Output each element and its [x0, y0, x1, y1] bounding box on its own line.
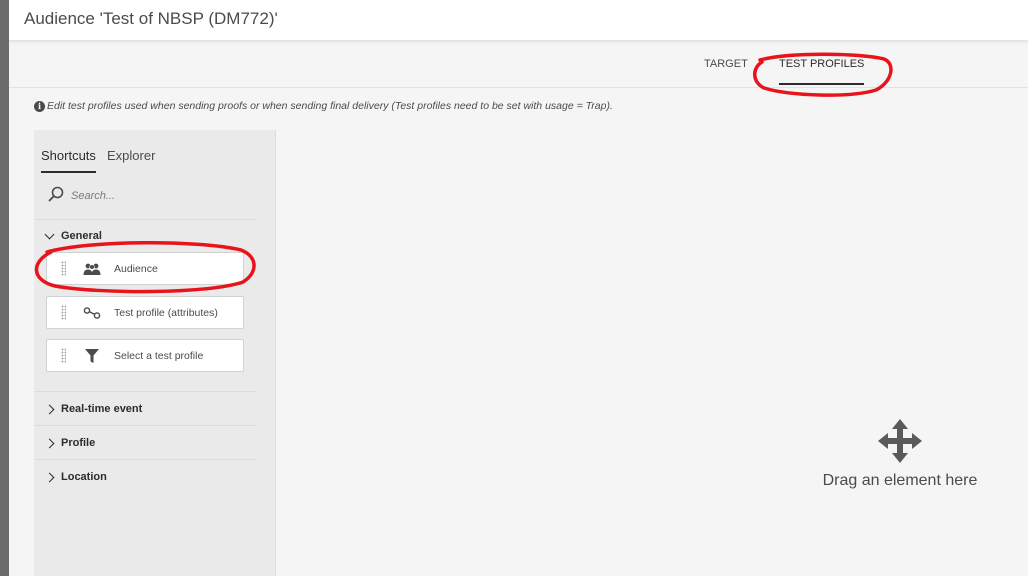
drop-hint-text: Drag an element here	[822, 472, 978, 489]
divider	[34, 391, 256, 392]
chevron-right-icon	[44, 472, 55, 482]
info-icon: i	[34, 100, 45, 112]
tab-explorer[interactable]: Explorer	[107, 148, 155, 163]
filter-icon	[83, 348, 101, 363]
palette-item-audience[interactable]: Audience	[46, 252, 244, 285]
search-icon	[48, 186, 64, 207]
group-location-label: Location	[61, 471, 107, 483]
tab-bar: TARGET TEST PROFILES	[9, 41, 1028, 88]
tab-test-profiles[interactable]: TEST PROFILES	[779, 58, 865, 85]
group-general[interactable]: General	[44, 229, 102, 242]
group-profile-label: Profile	[61, 437, 96, 449]
audience-icon	[83, 262, 101, 276]
tab-shortcuts-label: Shortcuts	[41, 148, 96, 163]
chevron-down-icon	[44, 229, 55, 240]
search-input[interactable]	[71, 190, 241, 202]
palette-search	[48, 186, 248, 207]
group-real-time-event[interactable]: Real-time event	[44, 403, 143, 415]
active-tab-underline	[779, 83, 865, 85]
link-nodes-icon	[83, 306, 101, 320]
drag-handle-icon	[61, 348, 66, 363]
palette-item-label: Test profile (attributes)	[114, 306, 218, 319]
tab-shortcuts[interactable]: Shortcuts	[41, 148, 96, 173]
active-tab-underline	[41, 171, 96, 173]
info-message: i Edit test profiles used when sending p…	[34, 100, 613, 112]
page-header: Audience 'Test of NBSP (DM772)'	[9, 0, 1028, 41]
info-text: Edit test profiles used when sending pro…	[47, 100, 613, 112]
palette-item-label: Select a test profile	[114, 349, 204, 362]
workflow-canvas[interactable]	[276, 130, 1028, 576]
tab-test-profiles-label: TEST PROFILES	[779, 58, 865, 70]
divider	[34, 425, 256, 426]
chevron-right-icon	[44, 404, 55, 414]
palette-item-label: Audience	[114, 262, 158, 275]
group-real-time-event-label: Real-time event	[61, 403, 143, 415]
drag-handle-icon	[61, 261, 66, 276]
page-title: Audience 'Test of NBSP (DM772)'	[24, 9, 278, 28]
move-arrows-icon	[877, 418, 923, 469]
palette-item-select-test-profile[interactable]: Select a test profile	[46, 339, 244, 372]
drag-handle-icon	[61, 305, 66, 320]
palette-item-test-profile-attributes[interactable]: Test profile (attributes)	[46, 296, 244, 329]
group-general-label: General	[61, 230, 102, 242]
drop-hint: Drag an element here	[820, 418, 980, 492]
app-left-edge	[0, 0, 9, 576]
divider	[34, 219, 256, 220]
group-profile[interactable]: Profile	[44, 437, 96, 449]
group-location[interactable]: Location	[44, 471, 107, 483]
divider	[34, 459, 256, 460]
chevron-right-icon	[44, 438, 55, 448]
tab-target[interactable]: TARGET	[704, 58, 748, 70]
activity-palette: Shortcuts Explorer General	[34, 130, 276, 576]
